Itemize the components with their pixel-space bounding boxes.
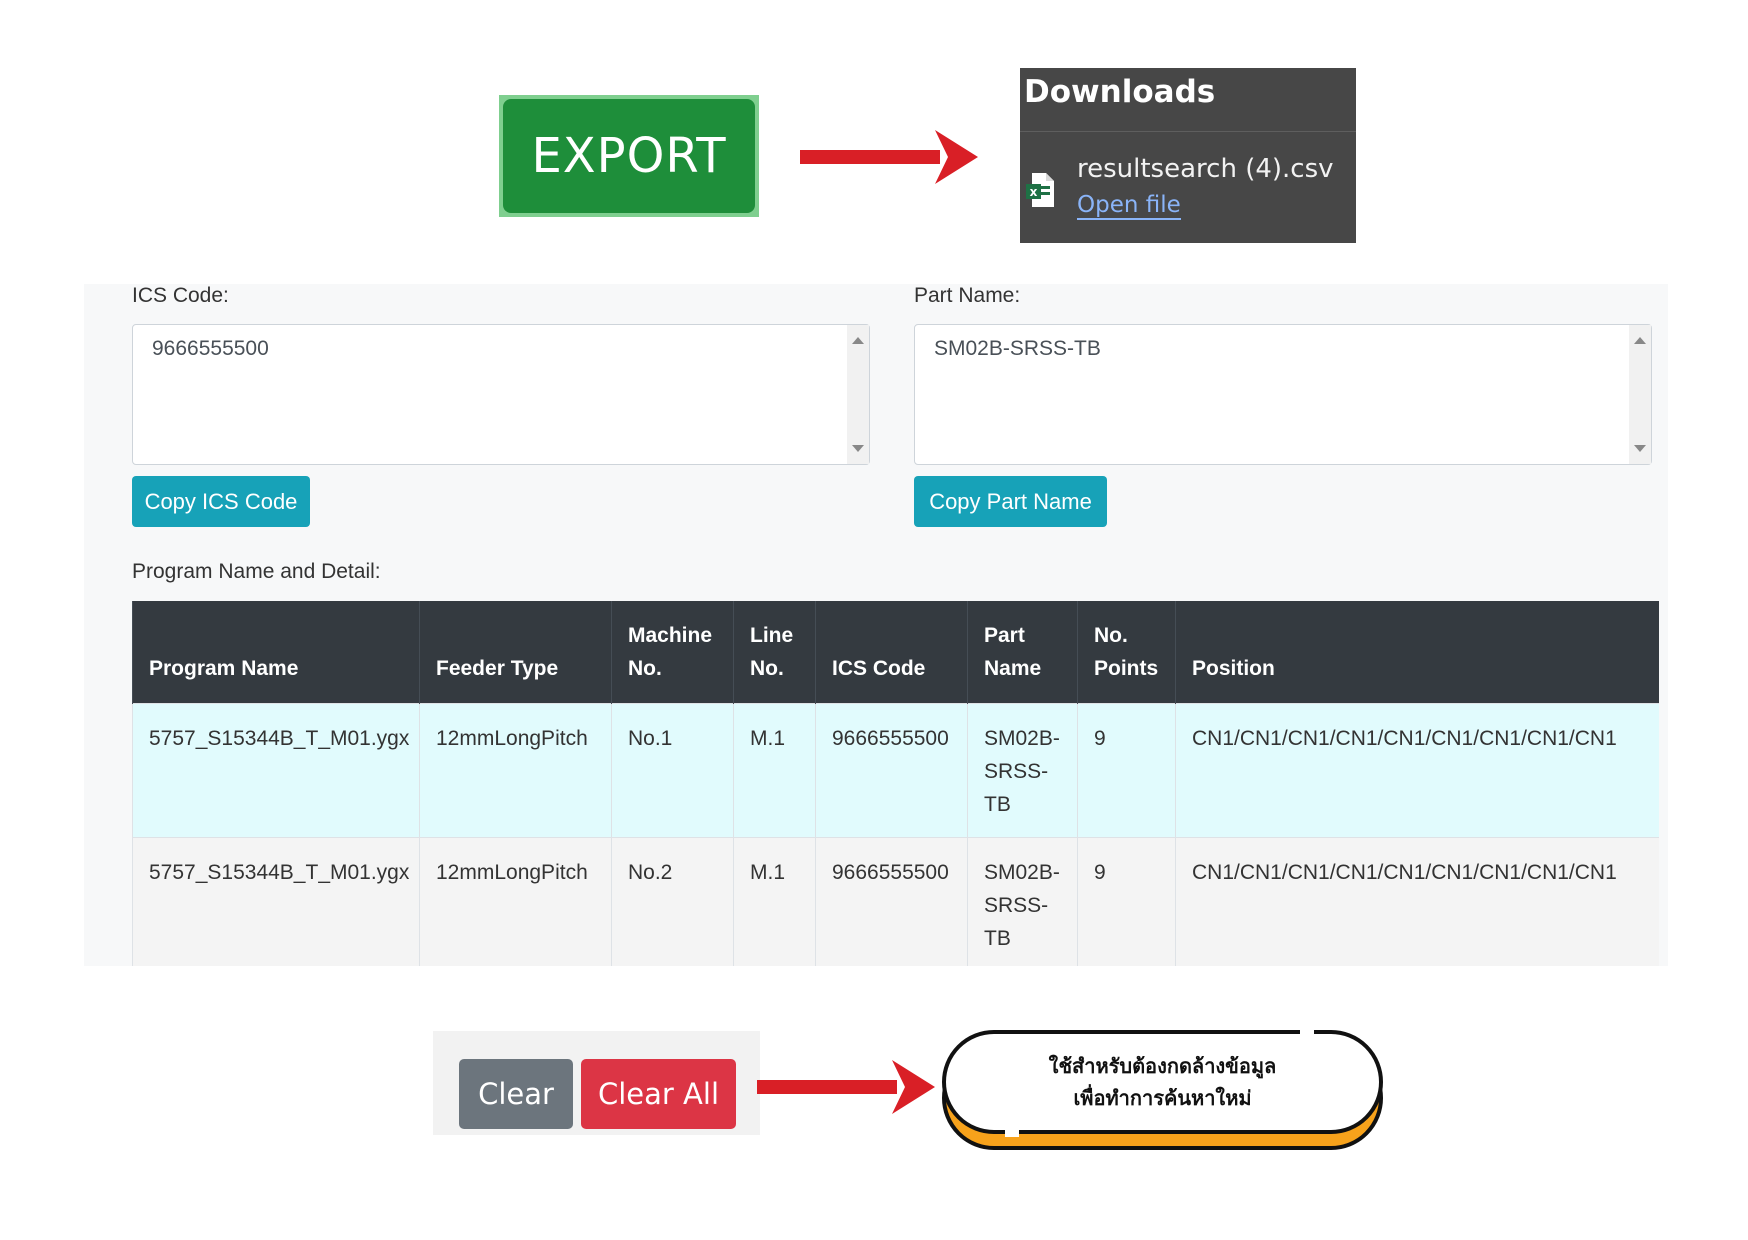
downloads-title: Downloads [1020,68,1356,132]
part-name-label: Part Name: [914,284,1021,307]
table-cell: SM02B-SRSS-TB [967,702,1078,837]
instruction-callout: ใช้สำหรับต้องกดล้างข้อมูล เพื่อทำการค้นห… [942,1030,1383,1134]
table-cell: 9 [1077,702,1176,837]
callout-border-gap [1300,1027,1314,1037]
column-header: Position [1175,601,1659,703]
part-name-scrollbar[interactable] [1629,325,1651,464]
copy-ics-code-button[interactable]: Copy ICS Code [132,476,310,527]
table-cell: 9 [1077,836,1176,966]
column-header: Line No. [733,601,816,703]
program-detail-table: Program Name Feeder Type Machine No. Lin… [132,601,1659,966]
clear-buttons-group: Clear Clear All [433,1031,760,1135]
copy-part-name-button[interactable]: Copy Part Name [914,476,1107,527]
table-cell: 12mmLongPitch [419,702,612,837]
download-item[interactable]: x resultsearch (4).csv Open file [1020,132,1356,242]
table-cell: CN1/CN1/CN1/CN1/CN1/CN1/CN1/CN1/CN1 [1175,702,1659,837]
part-name-value: SM02B-SRSS-TB [934,337,1101,360]
table-header-row: Program Name Feeder Type Machine No. Lin… [132,601,1659,703]
callout-border-gap [1005,1127,1019,1137]
column-header: ICS Code [815,601,968,703]
scroll-up-icon[interactable] [1634,337,1646,344]
arrow-right-icon [800,130,978,184]
scroll-up-icon[interactable] [852,337,864,344]
downloads-panel: Downloads x resultsearch (4).csv Open fi… [1020,68,1356,243]
program-detail-label: Program Name and Detail: [132,560,381,583]
export-button[interactable]: EXPORT [503,99,755,213]
table-cell: 9666555500 [815,836,968,966]
table-cell: CN1/CN1/CN1/CN1/CN1/CN1/CN1/CN1/CN1 [1175,836,1659,966]
table-cell: No.1 [611,702,734,837]
table-cell: 12mmLongPitch [419,836,612,966]
clear-all-button[interactable]: Clear All [581,1059,736,1129]
ics-code-label: ICS Code: [132,284,229,307]
table-row[interactable]: 5757_S15344B_T_M01.ygx 12mmLongPitch No.… [132,836,1659,966]
scroll-down-icon[interactable] [852,445,864,452]
export-button-highlight: EXPORT [499,95,759,217]
column-header: Feeder Type [419,601,612,703]
clear-button[interactable]: Clear [459,1059,573,1129]
table-cell: M.1 [733,702,816,837]
column-header: No. Points [1077,601,1176,703]
scroll-down-icon[interactable] [1634,445,1646,452]
search-result-panel: ICS Code: Part Name: 9666555500 SM02B-SR… [84,284,1668,966]
column-header: Program Name [132,601,420,703]
callout-line-1: ใช้สำหรับต้องกดล้างข้อมูล [1048,1054,1277,1078]
table-cell: 9666555500 [815,702,968,837]
download-file-name[interactable]: resultsearch (4).csv [1077,154,1334,184]
table-cell: 5757_S15344B_T_M01.ygx [132,702,420,837]
table-cell: M.1 [733,836,816,966]
table-cell: 5757_S15344B_T_M01.ygx [132,836,420,966]
svg-text:x: x [1030,185,1038,199]
column-header: Machine No. [611,601,734,703]
ics-code-scrollbar[interactable] [847,325,869,464]
arrow-right-icon [757,1060,935,1114]
callout-line-2: เพื่อทำการค้นหาใหม่ [1073,1086,1252,1110]
table-cell: No.2 [611,836,734,966]
column-header: Part Name [967,601,1078,703]
ics-code-textarea[interactable]: 9666555500 [132,324,870,465]
table-row[interactable]: 5757_S15344B_T_M01.ygx 12mmLongPitch No.… [132,702,1659,837]
ics-code-value: 9666555500 [152,337,269,360]
table-cell: SM02B-SRSS-TB [967,836,1078,966]
part-name-textarea[interactable]: SM02B-SRSS-TB [914,324,1652,465]
open-file-link[interactable]: Open file [1077,192,1181,220]
excel-file-icon: x [1026,173,1054,207]
